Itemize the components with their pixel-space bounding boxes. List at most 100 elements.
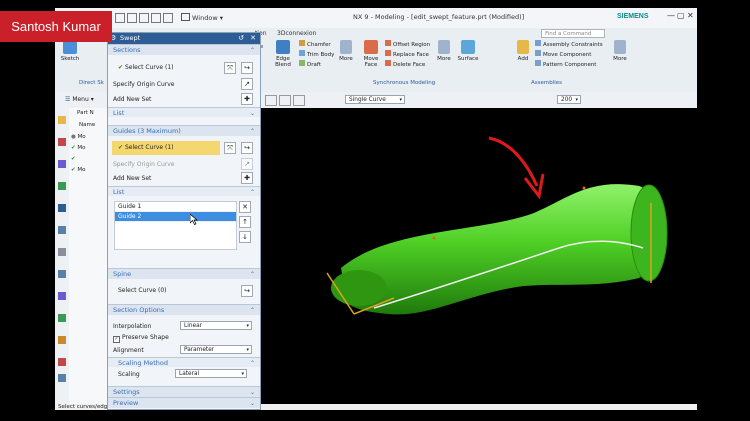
select-icon[interactable] (265, 95, 277, 106)
part-navigator-icon[interactable] (58, 116, 66, 124)
add-button[interactable]: Add (515, 40, 531, 62)
spine-header[interactable]: Spine ⌃ (108, 268, 260, 279)
guide-add-set-icon[interactable]: ✚ (241, 172, 253, 184)
section-options-label: Section Options (113, 306, 165, 314)
dialog-title-bar[interactable]: ⚙ Swept ↺ ✕ (108, 33, 260, 44)
tab-3dconnexion[interactable]: 3Dconnexion (277, 30, 316, 37)
redo-icon[interactable] (127, 13, 137, 23)
move-face-button[interactable]: Move Face (361, 40, 381, 68)
more-feature-button[interactable]: More (337, 40, 355, 62)
system-materials-icon[interactable] (58, 248, 66, 256)
assembly-navigator-icon[interactable] (58, 138, 66, 146)
sections-header[interactable]: Sections ⌃ (108, 44, 260, 55)
guide-add-set-row[interactable]: Add New Set (113, 175, 151, 182)
guides-header[interactable]: Guides (3 Maximum) ⌃ (108, 125, 260, 136)
paste-icon[interactable] (151, 13, 161, 23)
list-item[interactable]: Guide 1 (115, 202, 236, 212)
settings-header[interactable]: Settings ⌄ (108, 386, 260, 397)
spine-curve-icon[interactable]: ↪ (241, 285, 253, 297)
more-sync-button[interactable]: More (435, 40, 453, 62)
move-down-icon[interactable]: ↓ (239, 231, 251, 243)
more-assembly-button[interactable]: More (611, 40, 629, 62)
sketch-button[interactable]: Sketch (59, 40, 81, 62)
palette-icon[interactable] (58, 374, 66, 382)
preview-header[interactable]: Preview ⌄ (108, 397, 260, 408)
history-icon[interactable] (58, 226, 66, 234)
list-item[interactable]: Guide 2 (115, 212, 236, 222)
checkbox-icon: ✓ (113, 336, 120, 343)
selection-filter-select[interactable]: Single Curve ▾ (345, 95, 405, 104)
pattern-component-item[interactable]: Pattern Component (535, 60, 603, 70)
preserve-shape-checkbox[interactable]: ✓ Preserve Shape (113, 334, 169, 343)
snap-icon[interactable] (279, 95, 291, 106)
section-origin-row[interactable]: Specify Origin Curve (113, 81, 174, 88)
guide-select-curve[interactable]: ✔ Select Curve (1) (112, 141, 220, 155)
assembly-constraints-item[interactable]: Assembly Constraints (535, 40, 603, 50)
menu-button[interactable]: ☰ Menu ▾ (65, 96, 94, 103)
dialog-close-icon[interactable]: ✕ (250, 33, 256, 44)
draft-item[interactable]: Draft (299, 60, 334, 70)
chamfer-item[interactable]: Chamfer (299, 40, 334, 50)
guide-curve-rule-icon[interactable]: ⤧ (224, 142, 236, 154)
tree-item[interactable]: ✔ Mo (71, 143, 86, 154)
process-studio-icon[interactable] (58, 270, 66, 278)
selection-filter-value: Single Curve (349, 97, 386, 103)
undo-icon[interactable] (115, 13, 125, 23)
constraint-navigator-icon[interactable] (58, 160, 66, 168)
offset-region-item[interactable]: Offset Region (385, 40, 430, 50)
origin-curve-icon[interactable]: ↗ (241, 78, 253, 90)
zoom-select[interactable]: 200 ▾ (557, 95, 581, 104)
section-add-set-row[interactable]: Add New Set (113, 96, 151, 103)
synchronous-group-label: Synchronous Modeling (373, 80, 436, 86)
delete-face-label: Delete Face (393, 62, 426, 68)
curve-rule-icon[interactable]: ⤧ (224, 62, 236, 74)
tree-item[interactable]: ✔ (71, 154, 86, 165)
section-select-curve[interactable]: ✔ Select Curve (1) (112, 61, 220, 75)
roles-icon[interactable] (58, 314, 66, 322)
edge-blend-button[interactable]: Edge Blend (271, 40, 295, 68)
add-set-icon[interactable]: ✚ (241, 93, 253, 105)
reuse-library-icon[interactable] (58, 182, 66, 190)
alignment-select[interactable]: Parameter ▾ (180, 345, 252, 354)
guide-point (432, 236, 436, 240)
graphics-window[interactable] (259, 108, 697, 404)
manufacturing-wizard-icon[interactable] (58, 292, 66, 300)
point-icon[interactable] (293, 95, 305, 106)
scaling-select[interactable]: Lateral ▾ (175, 369, 247, 378)
trim-body-item[interactable]: Trim Body (299, 50, 334, 60)
command-search-input[interactable]: Find a Command (541, 29, 605, 38)
tree-item[interactable]: ● Mo (71, 132, 86, 143)
interpolation-select[interactable]: Linear ▾ (180, 321, 252, 330)
start-face[interactable] (331, 270, 387, 306)
interpolation-value: Linear (184, 323, 203, 329)
scaling-method-header[interactable]: Scaling Method ⌃ (108, 357, 260, 367)
reset-icon[interactable]: ↺ (238, 33, 244, 44)
sections-list-label: List (113, 109, 125, 117)
interpolation-label: Interpolation (113, 323, 152, 330)
hd3d-tools-icon[interactable] (58, 358, 66, 366)
swept-body[interactable] (341, 184, 654, 315)
tree-item[interactable]: ✔ Mo (71, 165, 86, 176)
copy-icon[interactable] (139, 13, 149, 23)
sections-list-header[interactable]: List ⌄ (108, 107, 260, 117)
maximize-icon[interactable]: ▢ (677, 11, 685, 20)
surface-button[interactable]: Surface (457, 40, 479, 62)
replace-face-item[interactable]: Replace Face (385, 50, 430, 60)
guides-list-header[interactable]: List ⌃ (108, 186, 260, 196)
spine-select-curve[interactable]: Select Curve (0) (112, 284, 220, 298)
move-up-icon[interactable]: ↑ (239, 216, 251, 228)
section-options-header[interactable]: Section Options ⌃ (108, 304, 260, 315)
end-face[interactable] (630, 184, 668, 282)
guide-curve-icon[interactable]: ↪ (241, 142, 253, 154)
section-curve-icon[interactable]: ↪ (241, 62, 253, 74)
minimize-icon[interactable]: — (667, 11, 675, 20)
close-icon[interactable]: ✕ (687, 11, 694, 20)
delete-face-item[interactable]: Delete Face (385, 60, 430, 70)
system-scenes-icon[interactable] (58, 336, 66, 344)
window-menu[interactable]: Window ▾ (181, 13, 223, 22)
move-component-item[interactable]: Move Component (535, 50, 603, 60)
web-browser-icon[interactable] (58, 204, 66, 212)
remove-icon[interactable]: ✕ (239, 201, 251, 213)
repeat-icon[interactable] (163, 13, 173, 23)
preserve-shape-label: Preserve Shape (122, 334, 169, 341)
